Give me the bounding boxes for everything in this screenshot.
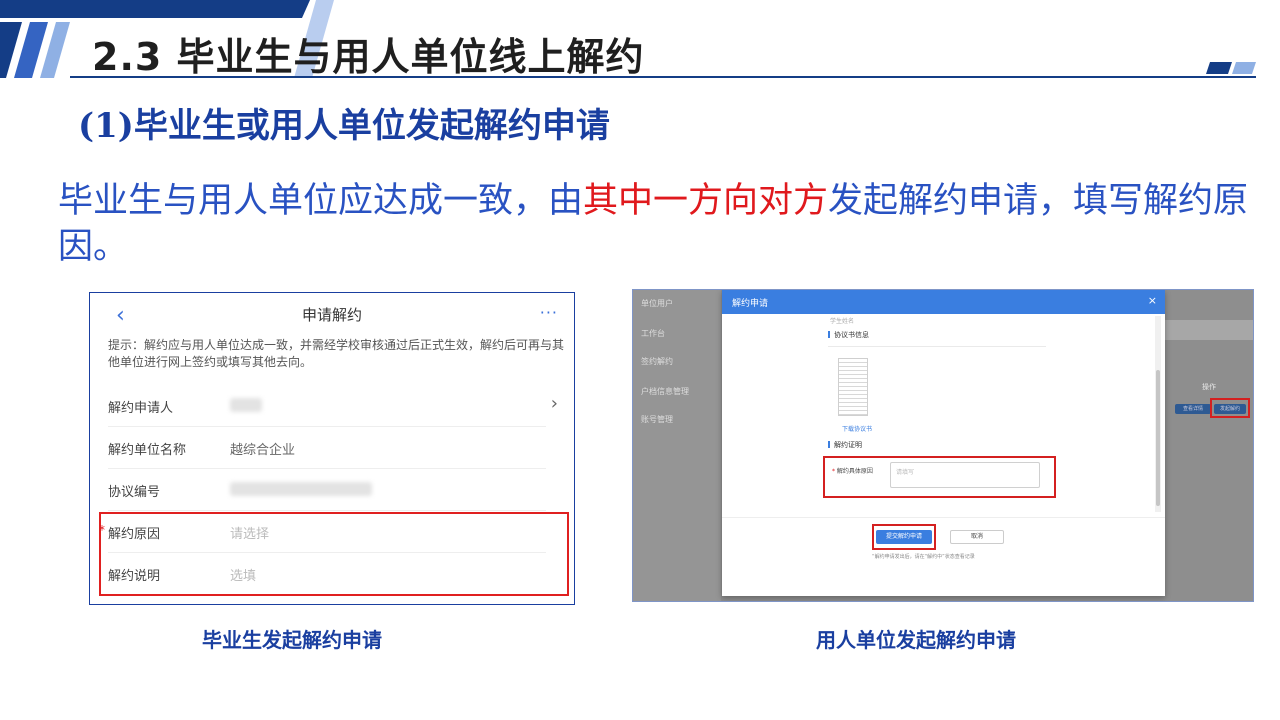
subtitle-number: (1) (78, 106, 134, 146)
table-op-header: 操作 (1202, 383, 1216, 391)
section-termination-proof: 解约证明 (828, 440, 862, 450)
highlight-box (1210, 398, 1250, 418)
row-agreement-number: 协议编号 (108, 469, 546, 511)
header-rule (70, 76, 1256, 78)
modal-header: 解约申请 × (722, 290, 1165, 314)
body-text-part1: 毕业生与用人单位应达成一致，由 (58, 181, 584, 221)
row-label: 解约申请人 (108, 401, 174, 416)
body-paragraph: 毕业生与用人单位应达成一致，由其中一方向对方发起解约申请，填写解约原因。 (58, 178, 1258, 270)
body-highlight: 其中一方向对方 (583, 181, 829, 221)
termination-modal: 解约申请 × 学生姓名 协议书信息 下载协议书 解约证明 * 解约具体原因 请填… (722, 290, 1165, 596)
mobile-screenshot: ‹ 申请解约 ··· 提示：解约应与用人单位达成一致，并需经学校审核通过后正式生… (89, 292, 575, 605)
agreement-thumbnail[interactable] (838, 358, 868, 416)
sidebar-item-workbench[interactable]: 工作台 (641, 328, 665, 339)
highlight-box (99, 512, 569, 596)
highlight-box (823, 456, 1056, 498)
mobile-page-title: 申请解约 (301, 306, 362, 324)
sidebar-top: 单位用户 (641, 299, 673, 308)
applicant-value-blurred (230, 397, 262, 412)
header-right-decoration (1206, 62, 1256, 74)
row-label: 解约单位名称 (108, 443, 187, 458)
cancel-button[interactable]: 取消 (950, 530, 1004, 544)
caption-graduate: 毕业生发起解约申请 (202, 628, 382, 652)
close-icon[interactable]: × (1148, 294, 1157, 307)
desktop-sidebar: 单位用户 工作台 签约解约 户档信息管理 账号管理 (633, 290, 721, 601)
scrollbar-thumb[interactable] (1156, 370, 1160, 506)
row-applicant[interactable]: 解约申请人 › (108, 385, 558, 427)
sidebar-item-archive[interactable]: 户档信息管理 (641, 386, 689, 397)
section-agreement-info: 协议书信息 (828, 330, 869, 340)
table-header-strip (1165, 320, 1253, 340)
chevron-right-icon: › (550, 393, 558, 414)
download-agreement-link[interactable]: 下载协议书 (842, 424, 872, 433)
mobile-tip-text: 提示：解约应与用人单位达成一致，并需经学校审核通过后正式生效，解约后可再与其他单… (108, 338, 565, 369)
highlight-box (872, 524, 936, 550)
row-employer-name: 解约单位名称 越综合企业 (108, 427, 546, 469)
agreement-value-blurred (230, 481, 372, 496)
modal-note: “解约申请发出后，请在“解约中”状态查看记录 (872, 554, 975, 560)
student-name-label: 学生姓名 (830, 318, 855, 325)
row-value: 越综合企业 (230, 443, 296, 458)
caption-employer: 用人单位发起解约申请 (816, 628, 1016, 652)
sidebar-item-contract[interactable]: 签约解约 (641, 356, 673, 367)
row-label: 协议编号 (108, 485, 161, 500)
mobile-nav-bar: ‹ 申请解约 ··· (90, 293, 574, 335)
section-subtitle: (1)毕业生或用人单位发起解约申请 (78, 98, 610, 147)
modal-title: 解约申请 (732, 299, 769, 309)
view-detail-button[interactable]: 查看详情 (1175, 404, 1211, 414)
divider (722, 517, 1165, 518)
desktop-screenshot: 单位用户 工作台 签约解约 户档信息管理 账号管理 操作 查看详情 发起解约 解… (632, 289, 1254, 602)
sidebar-item-account[interactable]: 账号管理 (641, 414, 673, 425)
subtitle-text: 毕业生或用人单位发起解约申请 (133, 106, 610, 146)
divider (828, 346, 1046, 347)
slide-title: 2.3 毕业生与用人单位线上解约 (92, 35, 645, 79)
more-dots-icon[interactable]: ··· (540, 303, 558, 322)
